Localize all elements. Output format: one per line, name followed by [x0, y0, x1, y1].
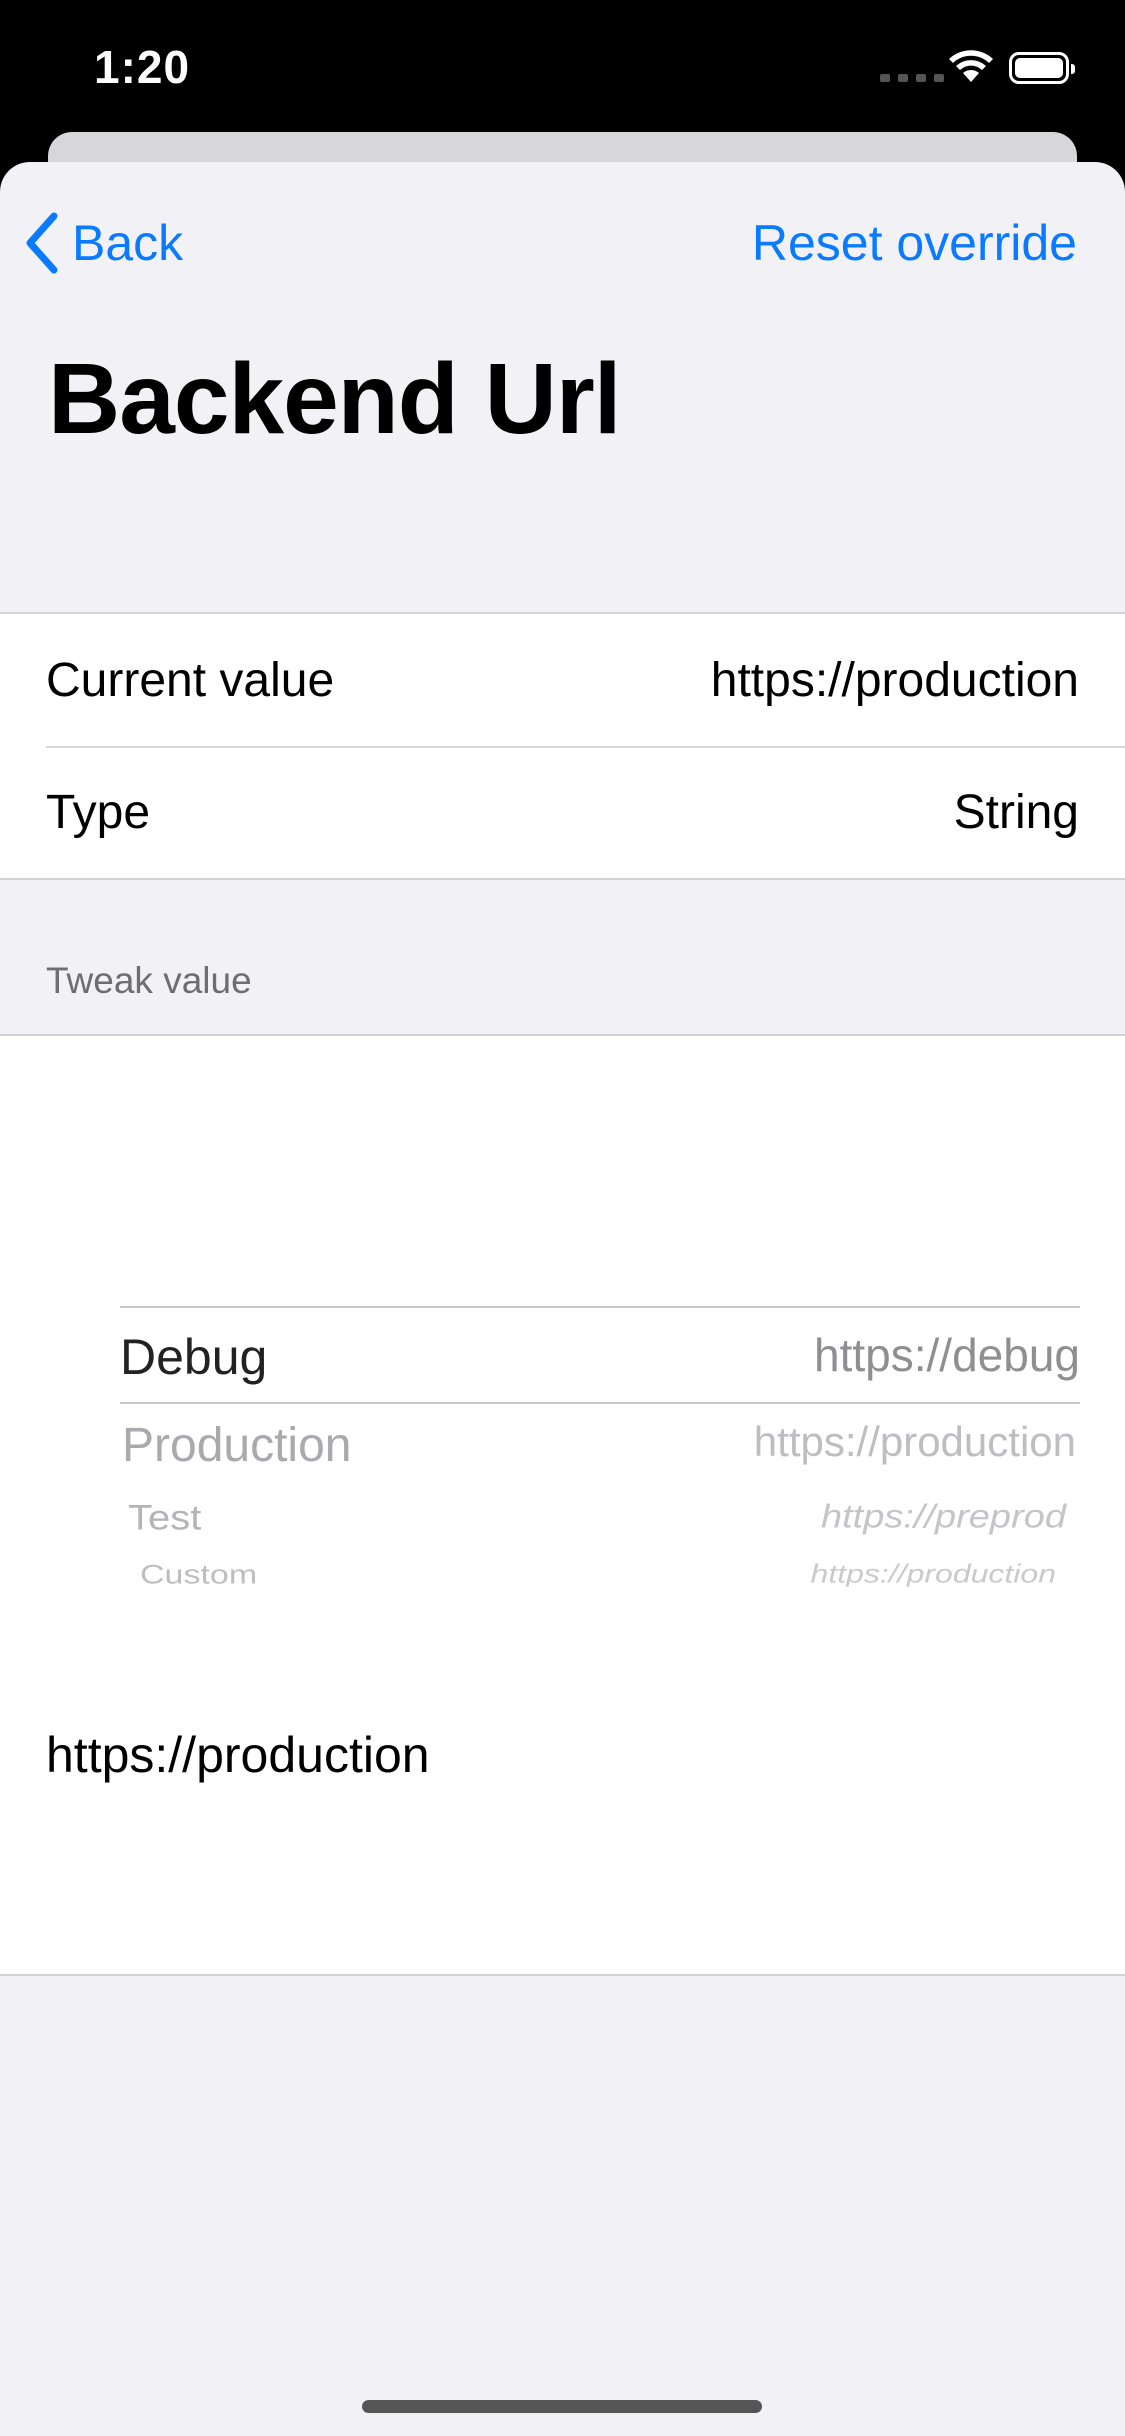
picker-selection-top-line	[120, 1306, 1080, 1308]
status-time: 1:20	[94, 41, 191, 93]
chevron-left-icon	[26, 212, 58, 274]
info-group: Current value https://production Type St…	[0, 612, 1125, 880]
current-value-row: Current value https://production	[0, 614, 1125, 746]
back-button[interactable]: Back	[24, 212, 183, 274]
back-button-label: Back	[72, 215, 184, 271]
value-picker[interactable]: Debug https://debug Production https://p…	[120, 1306, 1080, 1636]
tweak-value-text[interactable]: https://production	[46, 1726, 430, 1784]
picker-option-debug[interactable]: Debug https://debug	[120, 1328, 1080, 1386]
picker-option-name: Custom	[140, 1559, 258, 1587]
current-value-value: https://production	[710, 653, 1079, 707]
modal-sheet: Back Reset override Backend Url Current …	[0, 162, 1125, 2436]
status-bar: 1:20	[0, 0, 1125, 150]
current-value-label: Current value	[46, 653, 335, 707]
tweak-value-group: Debug https://debug Production https://p…	[0, 1034, 1125, 1976]
picker-option-name: Production	[122, 1419, 352, 1472]
picker-option-url: https://production	[810, 1559, 1056, 1587]
tweak-value-header: Tweak value	[46, 960, 252, 1001]
type-label: Type	[46, 785, 151, 839]
picker-option-name: Debug	[120, 1329, 268, 1385]
picker-option-url: https://preprod	[820, 1498, 1066, 1536]
picker-option-name: Test	[128, 1498, 202, 1538]
picker-option-url: https://debug	[814, 1329, 1080, 1381]
wifi-icon	[949, 50, 993, 82]
page-title: Backend Url	[48, 343, 622, 455]
picker-selection-bottom-line	[120, 1402, 1080, 1404]
picker-option-url: https://production	[753, 1418, 1076, 1465]
home-indicator[interactable]	[362, 2400, 762, 2413]
reset-override-button[interactable]: Reset override	[752, 214, 1077, 272]
picker-option-custom[interactable]: Custom https://production	[120, 1559, 1080, 1586]
battery-icon	[1009, 52, 1075, 84]
picker-option-test[interactable]: Test https://preprod	[120, 1499, 1080, 1539]
type-value: String	[953, 785, 1079, 839]
type-row: Type String	[0, 746, 1125, 878]
cellular-signal-icon	[880, 74, 944, 82]
picker-option-production[interactable]: Production https://production	[120, 1418, 1080, 1473]
